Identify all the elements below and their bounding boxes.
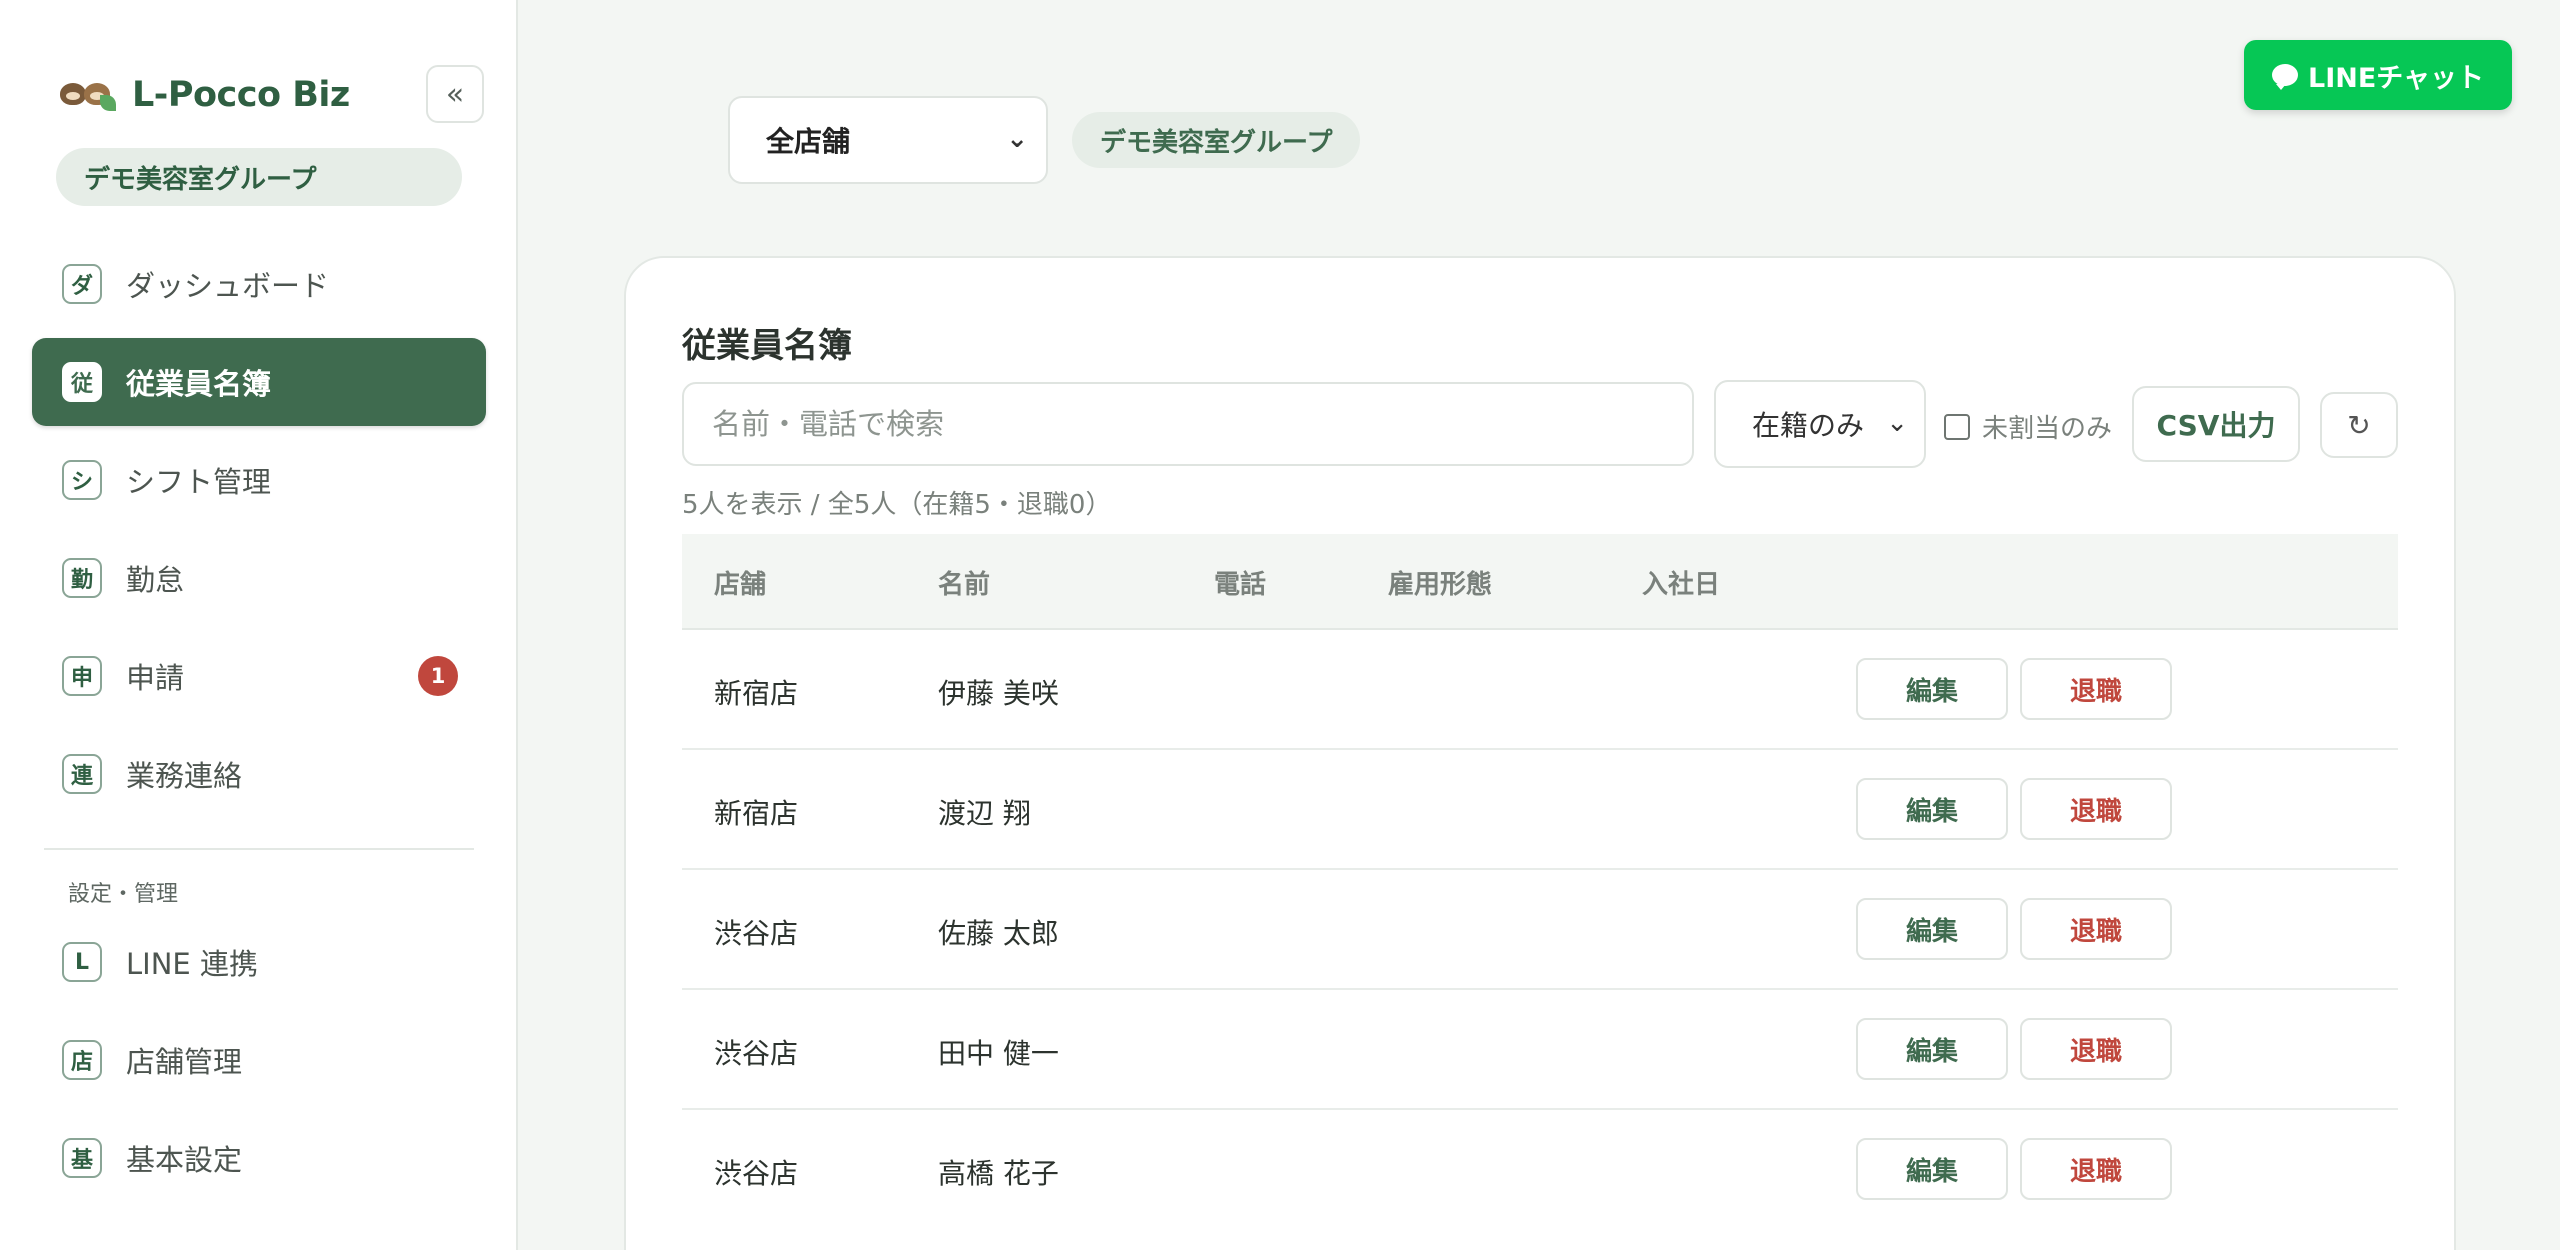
edit-button[interactable]: 編集	[1856, 1018, 2008, 1080]
csv-export-button[interactable]: CSV出力	[2132, 386, 2300, 462]
retire-button[interactable]: 退職	[2020, 658, 2172, 720]
org-badge: デモ美容室グループ	[56, 148, 462, 206]
refresh-button[interactable]: ↻	[2320, 392, 2398, 458]
cell-name: 高橋 花子	[938, 1157, 1059, 1190]
table-row: 渋谷店 高橋 花子 編集 退職	[682, 1110, 2398, 1230]
cell-name: 渡辺 翔	[938, 797, 1031, 830]
sidebar-item-attendance[interactable]: 勤 勤怠	[32, 534, 486, 622]
settings-icon: 基	[62, 1138, 102, 1178]
result-count: 5人を表示 / 全5人（在籍5・退職0）	[682, 490, 1112, 520]
store-icon: 店	[62, 1040, 102, 1080]
requests-icon: 申	[62, 656, 102, 696]
sidebar-item-basic-settings[interactable]: 基 基本設定	[32, 1114, 486, 1202]
logo-icon	[60, 77, 116, 113]
dashboard-icon: ダ	[62, 264, 102, 304]
messages-icon: 連	[62, 754, 102, 794]
retire-button[interactable]: 退職	[2020, 898, 2172, 960]
sidebar-item-label: 勤怠	[126, 563, 185, 597]
edit-button[interactable]: 編集	[1856, 778, 2008, 840]
sidebar-item-messages[interactable]: 連 業務連絡	[32, 730, 486, 818]
sidebar-item-label: LINE 連携	[126, 947, 258, 981]
double-chevron-left-icon: «	[445, 76, 465, 112]
collapse-sidebar-button[interactable]: «	[426, 65, 484, 123]
status-filter-select[interactable]: 在籍のみ ⌄	[1714, 380, 1926, 468]
unassigned-only-toggle[interactable]: 未割当のみ	[1944, 408, 2112, 445]
column-header-hire-date[interactable]: 入社日	[1642, 564, 1720, 601]
org-tag: デモ美容室グループ	[1072, 112, 1361, 168]
table-row: 渋谷店 田中 健一 編集 退職	[682, 990, 2398, 1110]
line-icon: L	[62, 942, 102, 982]
edit-button[interactable]: 編集	[1856, 898, 2008, 960]
page-title: 従業員名簿	[682, 326, 852, 366]
column-header-phone[interactable]: 電話	[1214, 564, 1266, 601]
column-header-name[interactable]: 名前	[938, 564, 990, 601]
unassigned-checkbox[interactable]	[1944, 413, 1970, 440]
settings-section-label: 設定・管理	[68, 882, 179, 907]
cell-name: 田中 健一	[938, 1037, 1059, 1070]
sidebar-item-dashboard[interactable]: ダ ダッシュボード	[32, 240, 486, 328]
sidebar-item-label: 業務連絡	[126, 759, 243, 793]
store-select-value: 全店舗	[766, 125, 851, 158]
sidebar-item-shifts[interactable]: シ シフト管理	[32, 436, 486, 524]
attendance-icon: 勤	[62, 558, 102, 598]
sidebar-divider	[44, 848, 474, 850]
brand[interactable]: L-Pocco Biz	[60, 70, 350, 120]
refresh-icon: ↻	[2347, 408, 2371, 442]
sidebar-item-store-management[interactable]: 店 店舗管理	[32, 1016, 486, 1104]
sidebar-item-label: ダッシュボード	[126, 269, 330, 303]
cell-store: 新宿店	[714, 677, 799, 710]
table-row: 新宿店 渡辺 翔 編集 退職	[682, 750, 2398, 870]
cell-name: 佐藤 太郎	[938, 917, 1059, 950]
line-chat-label: LINEチャット	[2307, 62, 2485, 94]
sidebar-item-requests[interactable]: 申 申請 1	[32, 632, 486, 720]
sidebar-item-label: 基本設定	[126, 1143, 243, 1177]
sidebar: L-Pocco Biz « デモ美容室グループ ダ ダッシュボード 従 従業員名…	[0, 0, 518, 1250]
cell-store: 新宿店	[714, 797, 799, 830]
status-filter-value: 在籍のみ	[1752, 409, 1865, 442]
retire-button[interactable]: 退職	[2020, 778, 2172, 840]
employees-icon: 従	[62, 362, 102, 402]
store-select[interactable]: 全店舗 ⌄	[728, 96, 1048, 184]
line-chat-button[interactable]: LINEチャット	[2244, 40, 2512, 110]
brand-name: L-Pocco Biz	[132, 75, 350, 115]
retire-button[interactable]: 退職	[2020, 1018, 2172, 1080]
retire-button[interactable]: 退職	[2020, 1138, 2172, 1200]
chevron-down-icon: ⌄	[1006, 124, 1028, 154]
unassigned-label: 未割当のみ	[1982, 414, 2113, 444]
search-input[interactable]	[682, 382, 1694, 466]
sidebar-item-label: 申請	[126, 661, 185, 695]
cell-store: 渋谷店	[714, 1037, 799, 1070]
cell-store: 渋谷店	[714, 1157, 799, 1190]
sidebar-item-label: シフト管理	[126, 465, 272, 499]
table-row: 渋谷店 佐藤 太郎 編集 退職	[682, 870, 2398, 990]
sidebar-item-line-integration[interactable]: L LINE 連携	[32, 918, 486, 1006]
sidebar-item-label: 従業員名簿	[126, 367, 272, 401]
column-header-employment-type[interactable]: 雇用形態	[1388, 564, 1492, 601]
cell-name: 伊藤 美咲	[938, 677, 1059, 710]
chat-bubble-icon	[2271, 64, 2298, 90]
table-header: 店舗 名前 電話 雇用形態 入社日	[682, 534, 2398, 630]
chevron-down-icon: ⌄	[1886, 408, 1908, 438]
column-header-store[interactable]: 店舗	[714, 564, 766, 601]
edit-button[interactable]: 編集	[1856, 658, 2008, 720]
cell-store: 渋谷店	[714, 917, 799, 950]
shifts-icon: シ	[62, 460, 102, 500]
sidebar-item-label: 店舗管理	[126, 1045, 243, 1079]
edit-button[interactable]: 編集	[1856, 1138, 2008, 1200]
table-row: 新宿店 伊藤 美咲 編集 退職	[682, 630, 2398, 750]
notification-badge: 1	[418, 656, 458, 696]
sidebar-item-employees[interactable]: 従 従業員名簿	[32, 338, 486, 426]
